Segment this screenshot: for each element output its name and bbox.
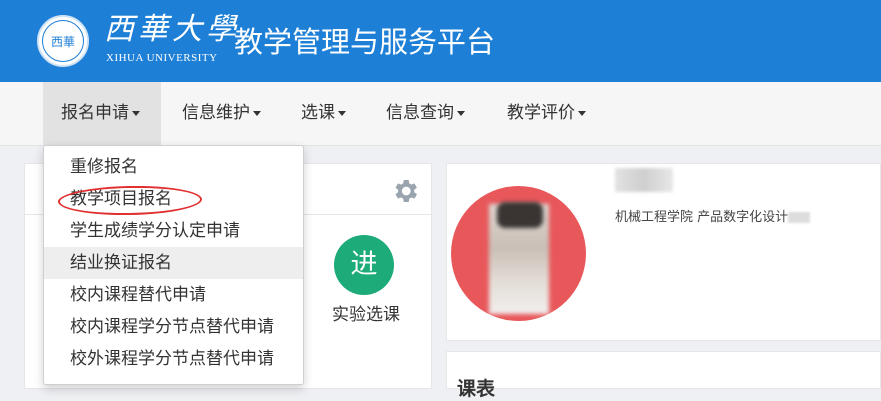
system-title: 教学管理与服务平台	[234, 25, 496, 59]
nav-item-label: 选课	[301, 103, 335, 123]
nav-item-course-select[interactable]: 选课	[301, 82, 346, 145]
college-major-text: 机械工程学院 产品数字化设计	[615, 206, 811, 225]
top-navbar: 报名申请 信息维护 选课 信息查询 教学评价	[0, 82, 881, 146]
menu-item-completion-exchange[interactable]: 结业换证报名	[44, 247, 303, 279]
lab-course-enter-badge[interactable]: 进	[334, 235, 394, 295]
nav-item-apply[interactable]: 报名申请	[43, 82, 161, 145]
timetable-panel: 课表	[446, 351, 881, 400]
apply-dropdown-menu: 重修报名 教学项目报名 学生成绩学分认定申请 结业换证报名 校内课程替代申请 校…	[43, 145, 304, 385]
lab-course-label[interactable]: 实验选课	[326, 300, 406, 325]
student-name-blurred	[615, 168, 673, 192]
gear-icon[interactable]	[390, 176, 420, 206]
nav-item-label: 信息维护	[182, 103, 250, 123]
avatar-hair-blurred	[497, 202, 543, 228]
nav-item-teaching-eval[interactable]: 教学评价	[507, 82, 586, 145]
menu-item-external-credit-node-substitute[interactable]: 校外课程学分节点替代申请	[44, 343, 303, 375]
redacted-block	[788, 212, 811, 223]
menu-item-teaching-project-register[interactable]: 教学项目报名	[44, 183, 303, 215]
avatar	[451, 186, 586, 321]
timetable-title: 课表	[457, 378, 496, 400]
menu-item-internal-credit-node-substitute[interactable]: 校内课程学分节点替代申请	[44, 311, 303, 343]
app-header: 西華 西華大學 XIHUA UNIVERSITY 教学管理与服务平台	[0, 0, 881, 82]
nav-item-label: 信息查询	[386, 103, 454, 123]
menu-item-retake-register[interactable]: 重修报名	[44, 151, 303, 183]
college-major-label: 机械工程学院 产品数字化设计	[615, 210, 789, 225]
caret-down-icon	[457, 110, 465, 116]
seal-inner: 西華	[42, 20, 84, 62]
nav-item-info-query[interactable]: 信息查询	[386, 82, 465, 145]
university-name-cn: 西華大學	[104, 12, 240, 47]
university-seal-logo: 西華	[37, 15, 89, 67]
university-name-en: XIHUA UNIVERSITY	[106, 52, 218, 64]
caret-down-icon	[338, 110, 346, 116]
menu-item-credit-recognition[interactable]: 学生成绩学分认定申请	[44, 215, 303, 247]
nav-item-info-maintain[interactable]: 信息维护	[182, 82, 261, 145]
caret-down-icon	[578, 110, 586, 116]
caret-down-icon	[253, 110, 261, 116]
nav-item-label: 报名申请	[61, 103, 129, 123]
nav-item-label: 教学评价	[507, 103, 575, 123]
menu-item-internal-course-substitute[interactable]: 校内课程替代申请	[44, 279, 303, 311]
caret-down-icon	[132, 110, 140, 116]
